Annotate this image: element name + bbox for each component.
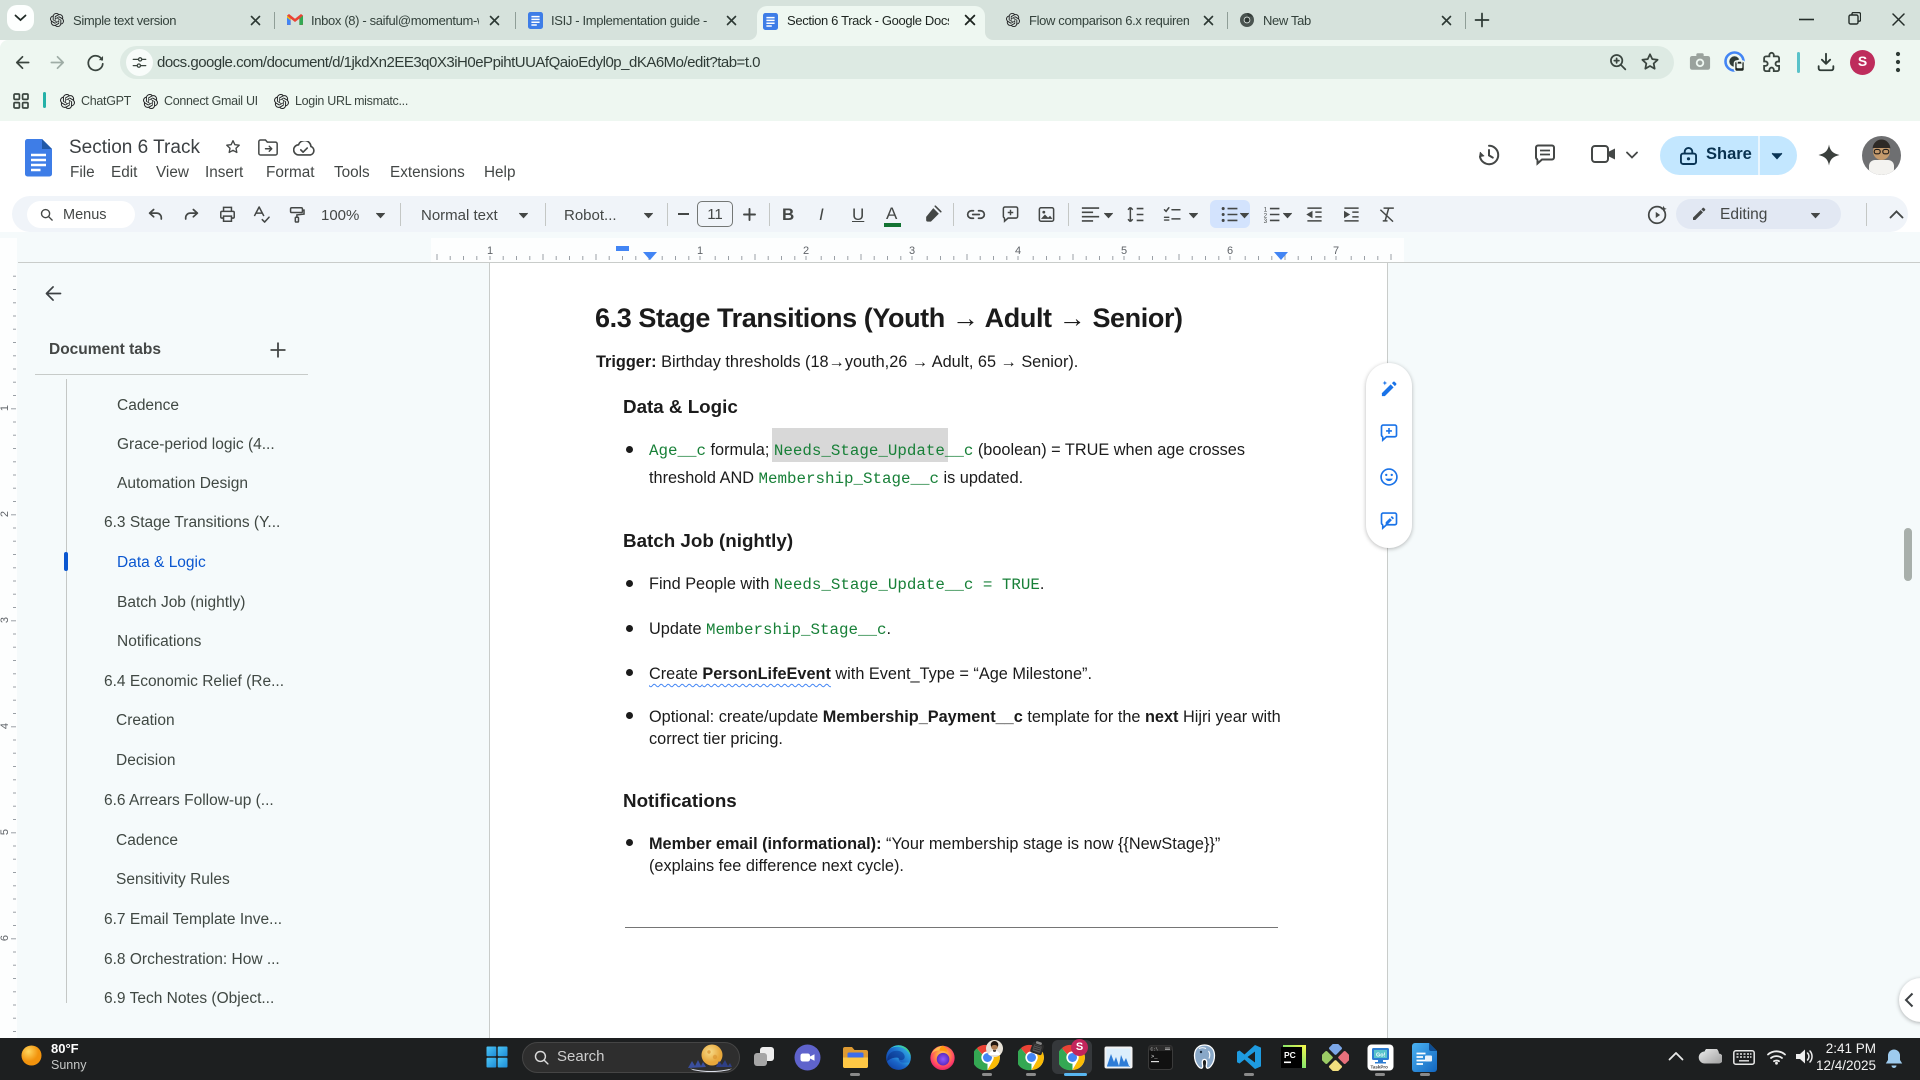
svg-text:6: 6 — [0, 935, 11, 941]
svg-text:TaskPro: TaskPro — [1371, 1065, 1389, 1070]
svg-text:C:\: C:\ — [1151, 1048, 1159, 1053]
svg-text:3: 3 — [1264, 218, 1268, 224]
svg-text:4: 4 — [1015, 245, 1021, 257]
svg-text:1: 1 — [487, 245, 493, 257]
svg-text:PC: PC — [1284, 1050, 1296, 1060]
svg-text:>_: >_ — [1151, 1053, 1158, 1060]
svg-text:6: 6 — [1227, 245, 1233, 257]
svg-text:5: 5 — [0, 829, 11, 835]
svg-text:3: 3 — [909, 245, 915, 257]
svg-text:5: 5 — [1121, 245, 1127, 257]
svg-text:4: 4 — [0, 723, 11, 729]
svg-text:1: 1 — [0, 405, 11, 411]
svg-text:2: 2 — [0, 511, 11, 517]
svg-text:Go!: Go! — [1376, 1053, 1386, 1059]
svg-text:7: 7 — [1333, 245, 1339, 257]
svg-text:1: 1 — [697, 245, 703, 257]
svg-text:2: 2 — [803, 245, 809, 257]
svg-text:3: 3 — [0, 617, 11, 623]
